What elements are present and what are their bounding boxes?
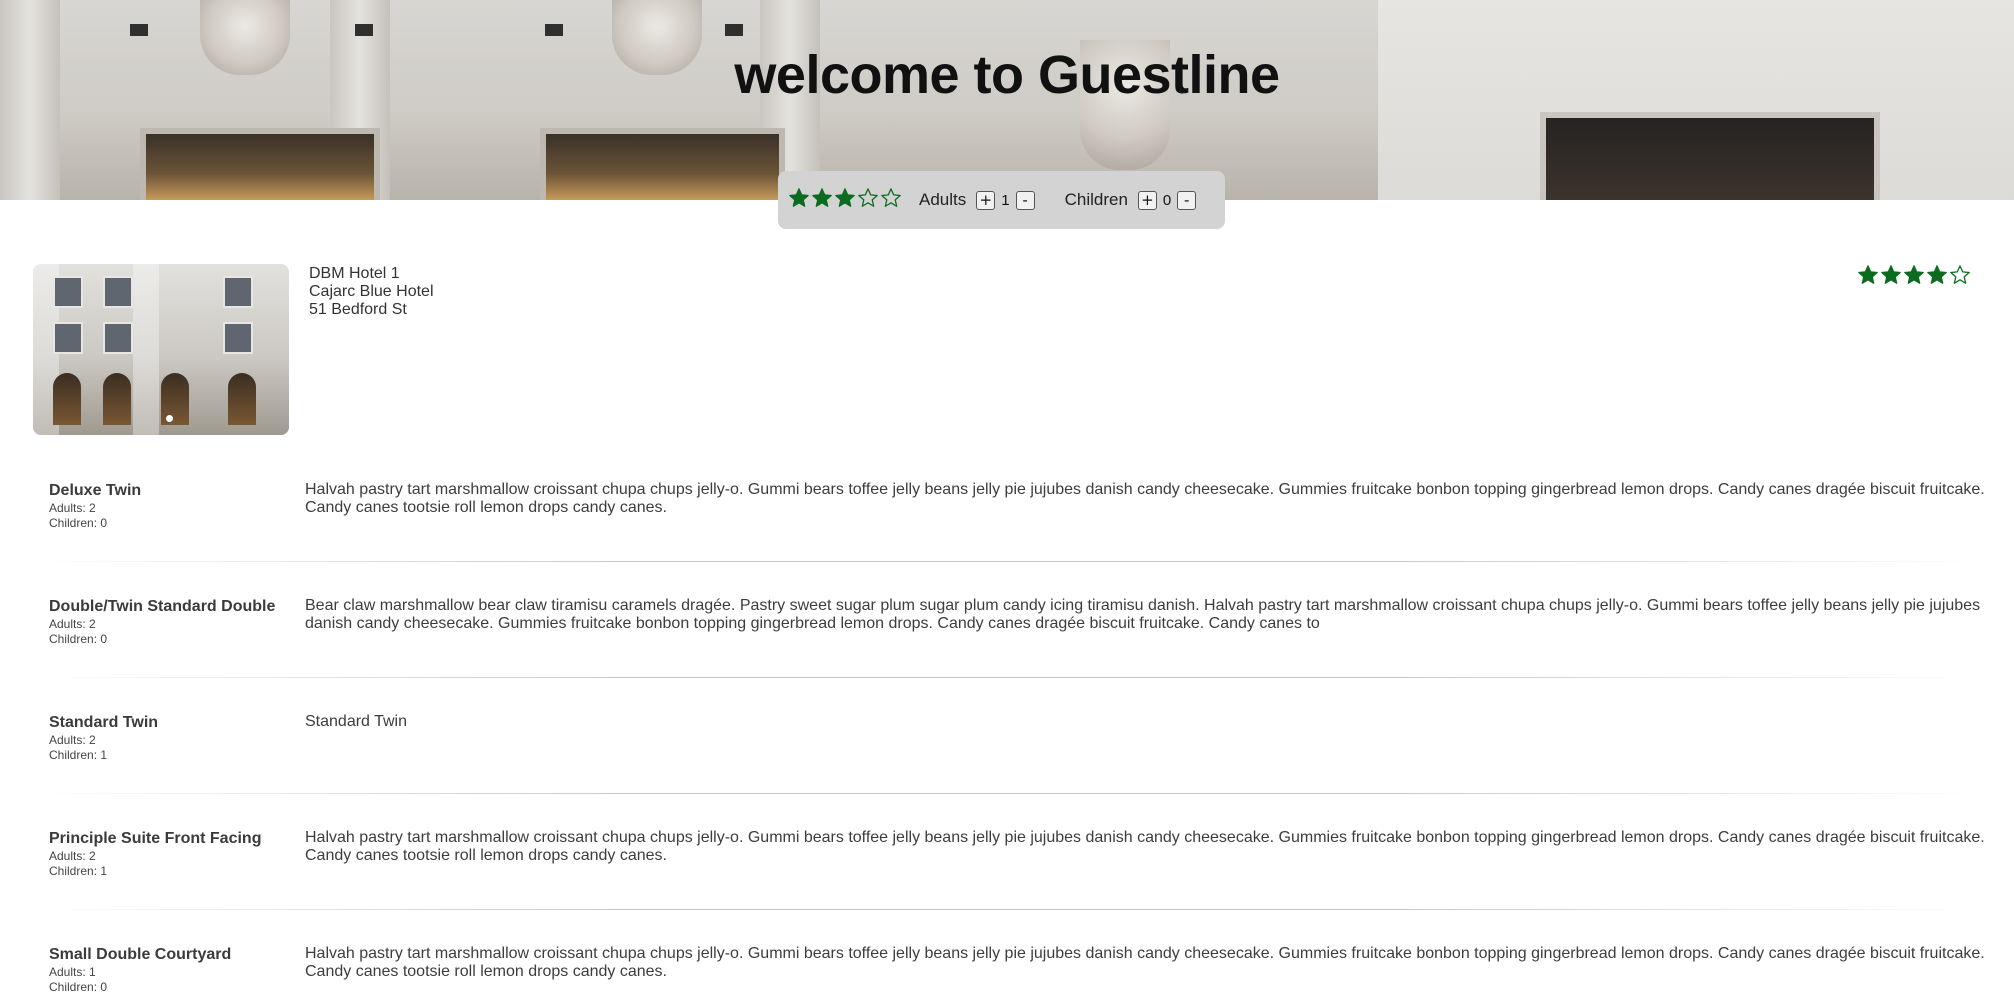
room-adults: Adults: 2 [49, 501, 96, 515]
room-adults: Adults: 1 [49, 965, 96, 979]
room-row[interactable]: Small Double Courtyard Adults: 1 Children:… [33, 933, 1985, 1007]
photo-detail [53, 276, 83, 308]
room-row[interactable]: Double/Twin Standard Double Adults: 2 Chil… [33, 585, 1981, 701]
hotel-star-3-filled-icon [1903, 264, 1926, 291]
adults-count: 1 [1001, 191, 1010, 209]
room-description: Bear claw marshmallow bear claw tiramisu… [305, 597, 1981, 632]
search-filter-bar: Adults + 1 - Children + 0 - [778, 171, 1225, 229]
hotel-star-4-filled-icon [1926, 264, 1949, 291]
room-meta: Deluxe Twin Adults: 2 Children: 0 [49, 481, 289, 531]
filter-star-4-empty-icon[interactable] [857, 187, 880, 214]
page-title: welcome to Guestline [734, 45, 1280, 105]
room-divider [33, 909, 1981, 910]
photo-detail [103, 373, 131, 425]
room-name: Double/Twin Standard Double [49, 598, 276, 615]
children-increment-button[interactable]: + [1137, 190, 1157, 210]
hotel-star-5-empty-icon [1949, 264, 1972, 291]
room-row[interactable]: Deluxe Twin Adults: 2 Children: 0 Halvah pa… [33, 469, 1985, 585]
adults-increment-button[interactable]: + [976, 190, 996, 210]
photo-detail [53, 322, 83, 354]
filter-star-5-empty-icon[interactable] [880, 187, 903, 214]
adults-label: Adults [919, 190, 967, 209]
carousel-dot[interactable] [166, 415, 173, 422]
room-description: Halvah pastry tart marshmallow croissant… [305, 481, 1985, 516]
room-meta: Standard Twin Adults: 2 Children: 1 [49, 713, 289, 763]
filter-star-3-filled-icon[interactable] [834, 187, 857, 214]
rating-filter[interactable] [788, 187, 903, 214]
hotel-address-line-2: 51 Bedford St [309, 301, 407, 318]
hotel-star-1-filled-icon [1857, 264, 1880, 291]
room-divider [33, 677, 1981, 678]
room-name: Small Double Courtyard [49, 946, 232, 963]
hero-banner: welcome to Guestline [0, 0, 2014, 200]
room-row[interactable]: Principle Suite Front Facing Adults: 2 Chi… [33, 817, 1985, 933]
hero-slot [725, 24, 743, 36]
hotel-star-2-filled-icon [1880, 264, 1903, 291]
hotel-photo-carousel[interactable] [33, 264, 289, 435]
room-meta: Small Double Courtyard Adults: 1 Children:… [49, 945, 289, 995]
room-meta: Double/Twin Standard Double Adults: 2 Chil… [49, 597, 289, 647]
children-decrement-button[interactable]: - [1177, 190, 1197, 210]
filter-star-1-filled-icon[interactable] [788, 187, 811, 214]
hero-slot [355, 24, 373, 36]
room-divider [33, 561, 1981, 562]
room-children: Children: 0 [49, 632, 108, 646]
hotel-info: DBM Hotel 1 Cajarc Blue Hotel 51 Bedford… [309, 265, 434, 319]
room-children: Children: 0 [49, 516, 108, 530]
hero-slot [545, 24, 563, 36]
room-description: Halvah pastry tart marshmallow croissant… [305, 945, 1985, 980]
hero-window [1540, 112, 1880, 200]
room-divider [33, 793, 1981, 794]
room-row[interactable]: Standard Twin Adults: 2 Children: 1 Standar… [33, 701, 1981, 817]
children-label: Children [1064, 190, 1128, 209]
hero-window [540, 128, 785, 200]
photo-detail [53, 373, 81, 425]
room-name: Standard Twin [49, 714, 159, 731]
hotel-rating [1857, 264, 1972, 291]
photo-detail [223, 276, 253, 308]
hero-slot [130, 24, 148, 36]
hotel-name: DBM Hotel 1 [309, 265, 400, 282]
hero-window [140, 128, 380, 200]
room-children: Children: 1 [49, 748, 108, 762]
photo-detail [103, 322, 133, 354]
room-name: Deluxe Twin [49, 482, 142, 499]
photo-detail [228, 373, 256, 425]
photo-detail [133, 264, 159, 435]
room-adults: Adults: 2 [49, 733, 96, 747]
photo-detail [103, 276, 133, 308]
adults-decrement-button[interactable]: - [1015, 190, 1035, 210]
room-adults: Adults: 2 [49, 849, 96, 863]
photo-detail [223, 322, 253, 354]
room-children: Children: 0 [49, 980, 108, 994]
room-meta: Principle Suite Front Facing Adults: 2 Chi… [49, 829, 289, 879]
room-description: Standard Twin [305, 713, 407, 730]
room-name: Principle Suite Front Facing [49, 830, 262, 847]
filter-star-2-filled-icon[interactable] [811, 187, 834, 214]
hotel-address-line-1: Cajarc Blue Hotel [309, 283, 434, 300]
room-children: Children: 1 [49, 864, 108, 878]
room-description: Halvah pastry tart marshmallow croissant… [305, 829, 1985, 864]
children-count: 0 [1162, 191, 1172, 209]
room-adults: Adults: 2 [49, 617, 96, 631]
